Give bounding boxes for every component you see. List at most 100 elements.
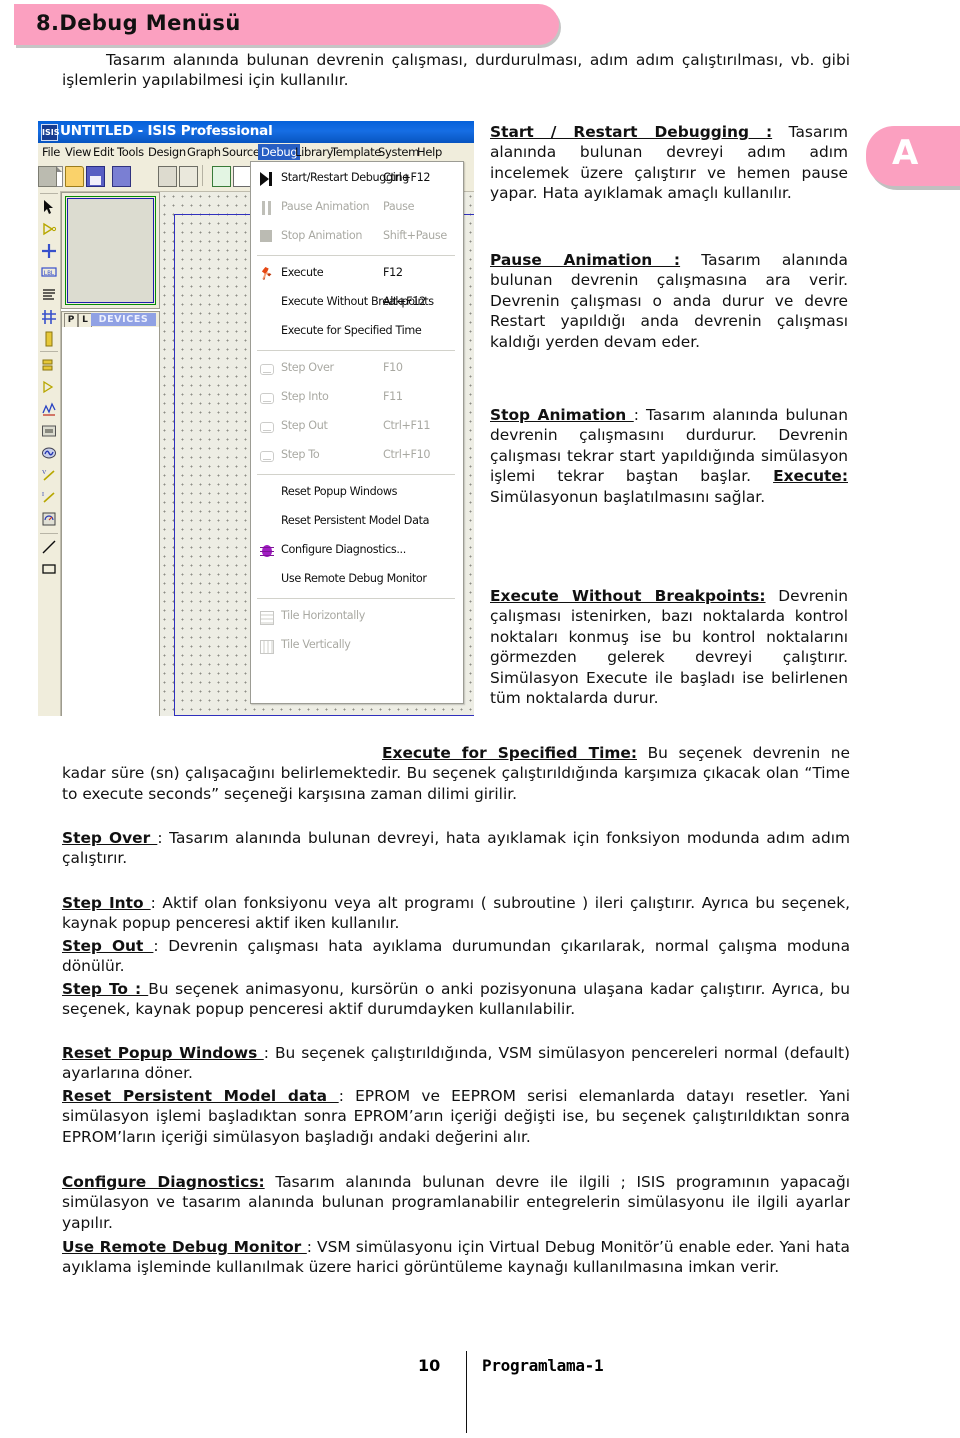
pause-icon bbox=[259, 200, 274, 215]
menu-library[interactable]: Library bbox=[295, 145, 333, 159]
menu-file[interactable]: File bbox=[42, 145, 60, 159]
terminals-icon[interactable] bbox=[41, 357, 57, 373]
export-icon[interactable] bbox=[38, 166, 57, 187]
section-header-banner: 8.Debug Menüsü bbox=[14, 4, 559, 45]
menu-item-tile-vertically[interactable]: Tile Vertically bbox=[251, 632, 463, 661]
isis-tool-palette: LBL V I bbox=[38, 191, 61, 716]
menu-item-execute[interactable]: Execute F12 bbox=[251, 260, 463, 289]
wire-label-icon[interactable]: LBL bbox=[41, 265, 57, 281]
menu-graph[interactable]: Graph bbox=[187, 145, 221, 159]
menu-item-start-restart-debugging[interactable]: Start/Restart Debugging Ctrl+F12 bbox=[251, 165, 463, 194]
menu-debug[interactable]: Debug bbox=[258, 144, 301, 160]
device-pin-icon[interactable] bbox=[41, 379, 57, 395]
body-execute: Simülasyonun başlatılmasını sağlar. bbox=[490, 487, 766, 506]
isis-menu-bar: File View Edit Tools Design Graph Source… bbox=[38, 143, 474, 162]
line-tool-icon[interactable] bbox=[41, 539, 57, 555]
import-icon[interactable] bbox=[112, 166, 131, 187]
current-probe-icon[interactable]: I bbox=[41, 489, 57, 505]
stop-icon bbox=[260, 230, 272, 242]
subcircuit-icon[interactable] bbox=[41, 331, 57, 347]
page-number: 10 bbox=[418, 1356, 441, 1375]
step-out-icon bbox=[259, 419, 274, 434]
menu-item-reset-popup-windows[interactable]: Reset Popup Windows bbox=[251, 479, 463, 508]
paragraph-execute-without-breakpoints: Execute Without Breakpoints: Devrenin ça… bbox=[490, 586, 848, 708]
tile-horizontally-icon bbox=[259, 609, 274, 625]
menu-item-step-into[interactable]: Step Into F11 bbox=[251, 384, 463, 413]
isis-preview-sheet bbox=[65, 196, 156, 305]
step-into-icon bbox=[259, 390, 274, 405]
menu-separator bbox=[257, 474, 455, 475]
page-footer: 10 Programlama-1 bbox=[0, 1351, 960, 1438]
paragraph-execute-for-specified-time: Execute for Specified Time: Bu seçenek d… bbox=[62, 743, 850, 804]
menu-item-stop-animation[interactable]: Stop Animation Shift+Pause bbox=[251, 223, 463, 252]
palette-divider bbox=[40, 351, 58, 352]
devices-panel-title: DEVICES bbox=[91, 313, 156, 326]
palette-divider bbox=[40, 193, 58, 194]
paragraph-reset-popup-windows: Reset Popup Windows : Bu seçenek çalıştı… bbox=[62, 1043, 850, 1084]
menu-template[interactable]: Template bbox=[331, 145, 381, 159]
menu-item-step-out[interactable]: Step Out Ctrl+F11 bbox=[251, 413, 463, 442]
term-reset-popup-windows: Reset Popup Windows bbox=[62, 1044, 264, 1062]
term-configure-diagnostics: Configure Diagnostics: bbox=[62, 1173, 265, 1191]
page-title: 8.Debug Menüsü bbox=[36, 11, 241, 35]
svg-text:I: I bbox=[42, 492, 44, 498]
term-step-over: Step Over bbox=[62, 829, 158, 847]
menu-item-step-over[interactable]: Step Over F10 bbox=[251, 355, 463, 384]
menu-item-pause-animation[interactable]: Pause Animation Pause bbox=[251, 194, 463, 223]
menu-item-execute-for-specified-time[interactable]: Execute for Specified Time bbox=[251, 318, 463, 347]
component-mode-icon[interactable] bbox=[41, 221, 57, 237]
voltage-probe-icon[interactable]: V bbox=[41, 467, 57, 483]
menu-system[interactable]: System bbox=[378, 145, 419, 159]
bus-icon[interactable] bbox=[41, 309, 57, 325]
menu-tools[interactable]: Tools bbox=[117, 145, 144, 159]
paragraph-step-to: Step To : Bu seçenek animasyonu, kursörü… bbox=[62, 979, 850, 1020]
print-icon[interactable] bbox=[158, 166, 177, 187]
menu-item-step-to[interactable]: Step To Ctrl+F10 bbox=[251, 442, 463, 471]
menu-design[interactable]: Design bbox=[148, 145, 186, 159]
menu-separator bbox=[257, 255, 455, 256]
menu-item-execute-without-breakpoints[interactable]: Execute Without Breakpoints Alt+F12 bbox=[251, 289, 463, 318]
box-tool-icon[interactable] bbox=[41, 561, 57, 577]
paragraph-step-over: Step Over : Tasarım alanında bulunan dev… bbox=[62, 828, 850, 869]
toolbar-divider bbox=[202, 165, 203, 186]
save-icon[interactable] bbox=[86, 166, 105, 187]
paragraph-pause-animation: Pause Animation : Tasarım alanında bulun… bbox=[490, 250, 848, 352]
menu-item-use-remote-debug-monitor[interactable]: Use Remote Debug Monitor bbox=[251, 566, 463, 595]
term-use-remote-debug-monitor: Use Remote Debug Monitor bbox=[62, 1238, 307, 1256]
refresh-icon[interactable] bbox=[212, 166, 231, 187]
isis-window-title: UNTITLED - ISIS Professional bbox=[60, 123, 273, 139]
term-execute-for-specified-time: Execute for Specified Time: bbox=[382, 744, 637, 762]
intro-paragraph: Tasarım alanında bulunan devrenin çalışm… bbox=[62, 51, 850, 90]
tape-recorder-icon[interactable] bbox=[41, 423, 57, 439]
term-stop-animation: Stop Animation bbox=[490, 406, 634, 424]
generator-icon[interactable] bbox=[41, 445, 57, 461]
menu-item-configure-diagnostics[interactable]: Configure Diagnostics... bbox=[251, 537, 463, 566]
side-tab-letter: A bbox=[892, 133, 919, 173]
virtual-instrument-icon[interactable] bbox=[41, 511, 57, 527]
devices-pick-button[interactable]: P bbox=[64, 313, 78, 328]
text-script-icon[interactable] bbox=[41, 287, 57, 303]
running-man-icon bbox=[259, 266, 274, 281]
menu-source[interactable]: Source bbox=[222, 145, 260, 159]
junction-dot-icon[interactable] bbox=[41, 243, 57, 259]
print-area-icon[interactable] bbox=[179, 166, 198, 187]
menu-edit[interactable]: Edit bbox=[93, 145, 114, 159]
menu-item-reset-persistent-model-data[interactable]: Reset Persistent Model Data bbox=[251, 508, 463, 537]
term-reset-persistent-model-data: Reset Persistent Model data bbox=[62, 1087, 339, 1105]
menu-separator bbox=[257, 350, 455, 351]
menu-view[interactable]: View bbox=[65, 145, 91, 159]
term-step-to: Step To : bbox=[62, 980, 149, 998]
bug-icon bbox=[259, 543, 274, 558]
selection-arrow-icon[interactable] bbox=[41, 199, 57, 215]
isis-devices-list[interactable] bbox=[61, 327, 160, 716]
paragraph-stop-animation-and-execute: Stop Animation : Tasarım alanında buluna… bbox=[490, 405, 848, 507]
graph-icon[interactable] bbox=[41, 401, 57, 417]
devices-library-button[interactable]: L bbox=[78, 313, 92, 328]
step-over-icon bbox=[259, 361, 274, 376]
open-folder-icon[interactable] bbox=[65, 166, 84, 187]
menu-help[interactable]: Help bbox=[417, 145, 442, 159]
paragraph-step-out: Step Out : Devrenin çalışması hata ayıkl… bbox=[62, 936, 850, 977]
term-start-restart-debugging: Start / Restart Debugging : bbox=[490, 123, 773, 141]
step-to-icon bbox=[259, 448, 274, 463]
menu-item-tile-horizontally[interactable]: Tile Horizontally bbox=[251, 603, 463, 632]
